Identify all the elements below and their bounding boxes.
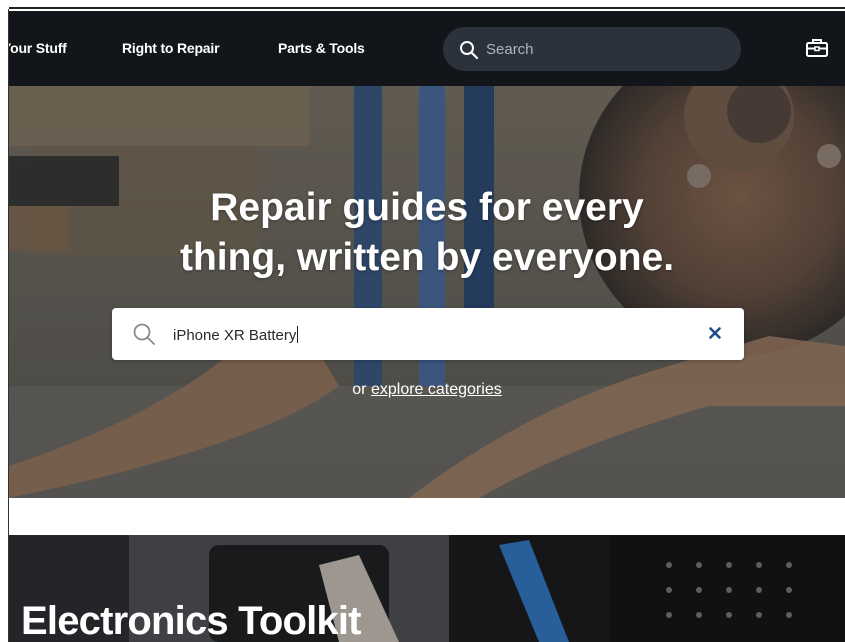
nav-link-your-stuff[interactable]: Your Stuff xyxy=(2,40,67,56)
nav-link-right-to-repair[interactable]: Right to Repair xyxy=(122,40,220,56)
clear-icon[interactable] xyxy=(706,324,724,342)
explore-prefix: or xyxy=(352,381,367,398)
top-nav: Your Stuff Right to Repair Parts & Tools… xyxy=(2,11,845,86)
explore-categories-link[interactable]: explore categories xyxy=(371,381,502,398)
nav-link-parts-tools[interactable]: Parts & Tools xyxy=(278,40,365,56)
search-icon xyxy=(133,323,155,345)
toolkit-title: Electronics Toolkit xyxy=(21,599,361,642)
explore-categories-line: or explore categories xyxy=(9,381,845,399)
hero-title-line-2: thing, written by everyone. xyxy=(179,236,675,279)
section-spacer xyxy=(9,498,845,535)
nav-search-bar[interactable]: Search xyxy=(443,27,741,71)
hero-search-box[interactable]: iPhone XR Battery xyxy=(112,308,744,360)
search-icon xyxy=(460,41,479,60)
hero-search-input[interactable]: iPhone XR Battery xyxy=(173,326,299,344)
toolkit-banner[interactable]: Electronics Toolkit xyxy=(9,535,845,642)
nav-search-placeholder: Search xyxy=(486,41,534,58)
hero-title-line-1: Repair guides for every xyxy=(210,186,644,229)
hero-section: Repair guides for every thing, written b… xyxy=(9,86,845,498)
text-caret xyxy=(297,326,299,343)
window-frame-top xyxy=(0,0,845,9)
toolbox-icon[interactable] xyxy=(805,36,829,58)
hero-background-image xyxy=(9,86,845,498)
